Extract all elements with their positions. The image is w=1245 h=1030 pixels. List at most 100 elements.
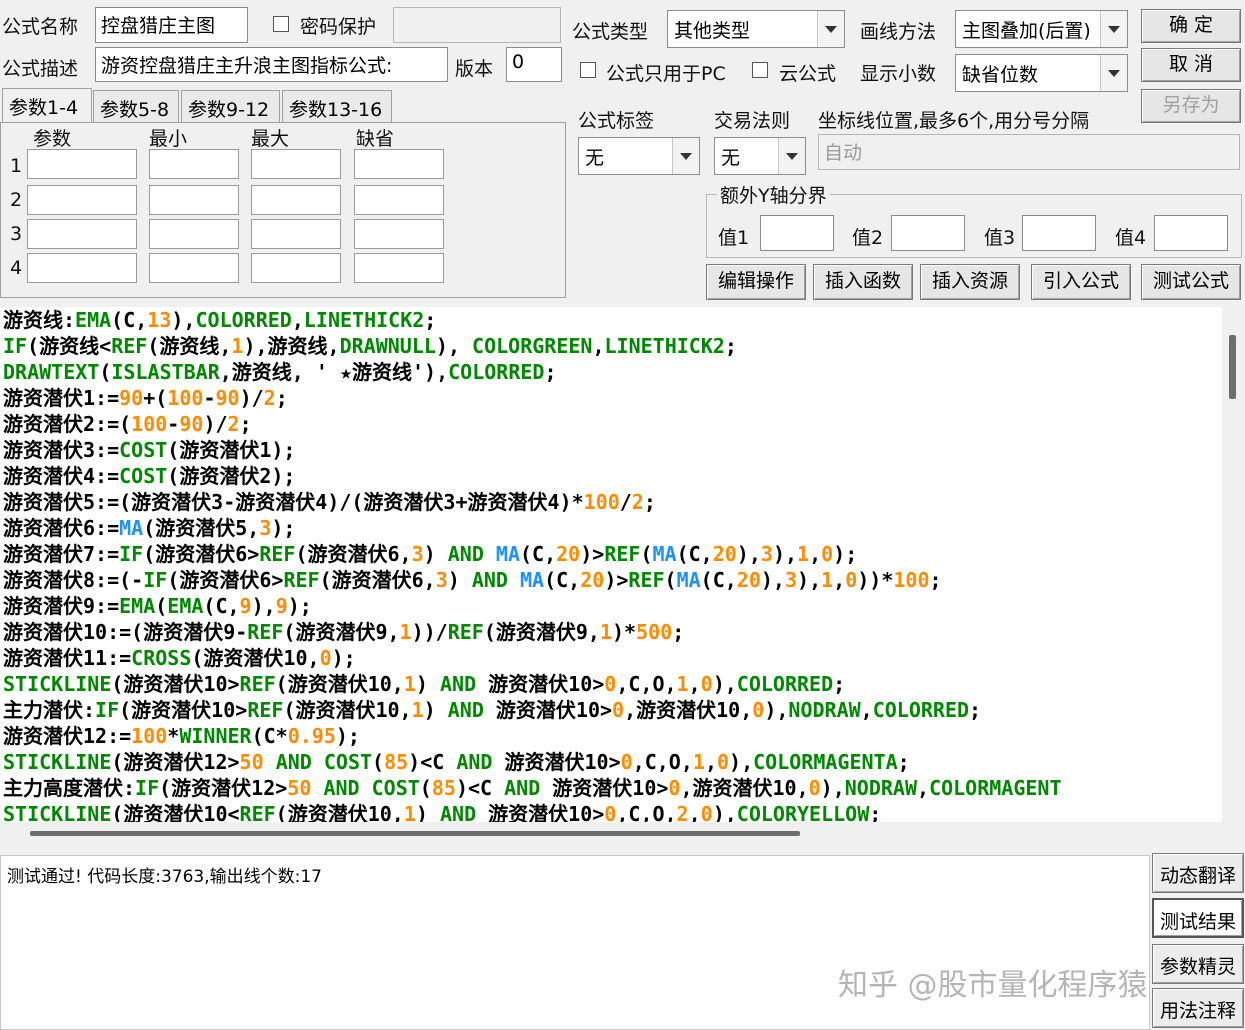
chevron-down-icon[interactable] [672, 138, 699, 174]
code-token: (C, [700, 568, 737, 592]
code-token: ; [643, 490, 656, 514]
watermark: 知乎 @股市量化程序猿 [838, 968, 1148, 1003]
usage-notes-button[interactable]: 用法注释 [1152, 988, 1244, 1028]
chevron-down-icon[interactable] [1100, 11, 1127, 47]
value3-label: 值3 [984, 227, 1016, 249]
code-token: REF [111, 334, 148, 358]
code-token: 3 [259, 516, 272, 540]
param-4-min-input[interactable] [149, 253, 239, 283]
insert-resource-button[interactable]: 插入资源 [920, 264, 1020, 300]
param-2-min-input[interactable] [149, 185, 239, 215]
code-token: AND [456, 750, 493, 774]
code-token: 游资潜伏6:= [3, 516, 120, 540]
code-token: 0 [752, 698, 765, 722]
formula-desc-input[interactable]: 游资控盘猎庄主升浪主图指标公式: [95, 47, 448, 82]
coord-line-input[interactable]: 自动 [818, 134, 1240, 170]
value2-input[interactable] [891, 215, 965, 251]
horizontal-scroll-thumb[interactable] [30, 831, 800, 836]
save-as-button[interactable]: 另存为 [1141, 89, 1241, 123]
code-token: 20 [712, 542, 737, 566]
param-3-default-input[interactable] [354, 219, 444, 249]
formula-type-label: 公式类型 [572, 21, 649, 43]
param-row-number: 2 [10, 189, 23, 211]
value3-input[interactable] [1022, 215, 1096, 251]
code-token: 0.95 [287, 724, 336, 748]
code-token: 0 [668, 776, 681, 800]
chevron-down-icon[interactable] [817, 11, 844, 47]
formula-name-input[interactable]: 控盘猎庄主图 [95, 7, 248, 43]
decimal-select[interactable]: 缺省位数 [955, 54, 1128, 92]
edit-ops-button[interactable]: 编辑操作 [706, 264, 806, 300]
code-token: AND [439, 672, 477, 696]
param-4-default-input[interactable] [354, 253, 444, 283]
param-4-max-input[interactable] [251, 253, 341, 283]
code-token: 游资潜伏10> [483, 698, 613, 722]
param-1-default-input[interactable] [354, 149, 444, 179]
tab-params-5-8[interactable]: 参数5-8 [93, 90, 179, 122]
ok-button[interactable]: 确 定 [1141, 9, 1241, 43]
param-3-name-input[interactable] [27, 219, 137, 249]
code-line: 游资潜伏6:=MA(游资潜伏5,3); [3, 515, 1222, 541]
formula-type-select[interactable]: 其他类型 [667, 10, 845, 48]
code-line: 主力潜伏:IF(游资潜伏10>REF(游资潜伏10,1) AND 游资潜伏10>… [3, 697, 1222, 723]
code-token: 游资潜伏5:=(游资潜伏3-游资潜伏4)/(游资潜伏3+游资潜伏4)* [3, 490, 584, 514]
password-input[interactable] [393, 7, 561, 43]
chevron-down-icon[interactable] [778, 138, 805, 174]
code-token: )* [612, 620, 637, 644]
param-3-min-input[interactable] [149, 219, 239, 249]
trade-rule-select[interactable]: 无 [714, 137, 806, 175]
param-4-name-input[interactable] [27, 253, 137, 283]
tab-params-1-4[interactable]: 参数1-4 [2, 88, 92, 123]
code-token: 游资潜伏11:= [3, 646, 132, 670]
code-token: +( [143, 386, 168, 410]
code-token: STICKLINE [3, 802, 112, 822]
cloud-formula-checkbox[interactable] [752, 62, 768, 78]
dynamic-translate-button[interactable]: 动态翻译 [1152, 853, 1244, 893]
value1-input[interactable] [760, 215, 834, 251]
code-line: 游资潜伏1:=90+(100-90)/2; [3, 385, 1222, 411]
value4-input[interactable] [1154, 215, 1228, 251]
param-1-max-input[interactable] [251, 149, 341, 179]
param-1-name-input[interactable] [27, 149, 137, 179]
code-token: ( [99, 360, 112, 384]
draw-method-select[interactable]: 主图叠加(后置) [955, 10, 1128, 48]
param-2-default-input[interactable] [354, 185, 444, 215]
vertical-scrollbar[interactable] [1222, 307, 1245, 822]
code-token: ; [969, 698, 982, 722]
param-wizard-button[interactable]: 参数精灵 [1152, 944, 1244, 984]
tab-params-9-12[interactable]: 参数9-12 [181, 90, 280, 122]
code-token: ; [869, 802, 882, 822]
code-editor[interactable]: 游资线:EMA(C,13),COLORRED,LINETHICK2; IF(游资线… [0, 307, 1222, 822]
param-header-min: 最小 [149, 128, 188, 150]
code-line: DRAWTEXT(ISLASTBAR,游资线, ' ★游资线'),COLORRE… [3, 359, 1222, 385]
horizontal-scrollbar[interactable] [0, 822, 1222, 844]
code-token: 85 [431, 776, 456, 800]
cancel-button[interactable]: 取 消 [1141, 48, 1241, 82]
param-1-min-input[interactable] [149, 149, 239, 179]
test-result-button[interactable]: 测试结果 [1152, 898, 1244, 938]
param-3-max-input[interactable] [251, 219, 341, 249]
draw-method-label: 画线方法 [860, 21, 937, 43]
pc-only-label: 公式只用于PC [606, 63, 726, 85]
code-line: STICKLINE(游资潜伏10>REF(游资潜伏10,1) AND 游资潜伏1… [3, 671, 1222, 697]
code-token: IF [95, 698, 120, 722]
code-token: 1 [399, 620, 412, 644]
param-2-name-input[interactable] [27, 185, 137, 215]
password-checkbox[interactable] [273, 16, 289, 32]
vertical-scroll-thumb[interactable] [1229, 335, 1236, 399]
version-input[interactable]: 0 [506, 47, 562, 82]
code-token: 游资线: [3, 308, 76, 332]
import-formula-button[interactable]: 引入公式 [1031, 264, 1131, 300]
code-token: * [167, 724, 180, 748]
chevron-down-icon[interactable] [1100, 55, 1127, 91]
code-token: (游资潜伏10> [119, 698, 248, 722]
formula-tag-select[interactable]: 无 [578, 137, 700, 175]
param-2-max-input[interactable] [251, 185, 341, 215]
pc-only-checkbox[interactable] [580, 62, 596, 78]
tab-params-13-16[interactable]: 参数13-16 [282, 90, 392, 122]
code-token: 主力高度潜伏: [3, 776, 136, 800]
code-line: 游资潜伏3:=COST(游资潜伏1); [3, 437, 1222, 463]
insert-function-button[interactable]: 插入函数 [813, 264, 913, 300]
test-formula-button[interactable]: 测试公式 [1141, 264, 1241, 300]
code-token: (C* [251, 724, 288, 748]
